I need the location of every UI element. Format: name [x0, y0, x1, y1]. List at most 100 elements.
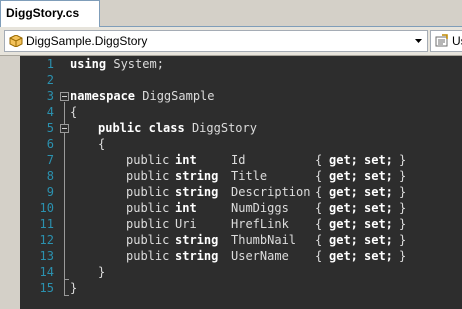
line-number: 13	[39, 249, 54, 263]
get-accessor: get;	[329, 153, 358, 167]
code-line[interactable]: 7 public int Id { get; set; }	[0, 152, 462, 168]
keyword: using	[70, 57, 107, 71]
property-modifier: public	[126, 233, 170, 247]
property-modifier: public	[126, 249, 170, 263]
set-accessor: set;	[364, 185, 393, 199]
line-number: 15	[39, 281, 54, 295]
property-icon	[435, 34, 448, 47]
property-name: Description	[231, 185, 311, 199]
accessor-open-brace: {	[315, 201, 323, 215]
code-text: {	[70, 105, 78, 119]
property-type: int	[175, 201, 197, 215]
line-number: 1	[46, 57, 54, 71]
line-number: 7	[46, 153, 54, 167]
keyword: public	[98, 121, 142, 135]
property-type: string	[175, 233, 219, 247]
property-modifier: public	[126, 185, 170, 199]
code-text: public class DiggStory	[98, 120, 257, 136]
line-number: 3	[46, 89, 54, 103]
code-text: }	[98, 265, 106, 279]
code-line[interactable]: 10 public int NumDiggs { get; set; }	[0, 200, 462, 216]
line-number: 8	[46, 169, 54, 183]
set-accessor: set;	[364, 201, 393, 215]
get-accessor: get;	[329, 201, 358, 215]
property-type: string	[175, 169, 219, 183]
code-line[interactable]: 2	[0, 72, 462, 88]
set-accessor: set;	[364, 249, 393, 263]
identifier: DiggStory	[184, 121, 257, 135]
set-accessor: set;	[364, 153, 393, 167]
code-line[interactable]: 12 public string ThumbNail { get; set; }	[0, 232, 462, 248]
accessor-close-brace: }	[399, 169, 407, 183]
code-line[interactable]: 14 }	[0, 264, 462, 280]
property-modifier: public	[126, 217, 170, 231]
code-editor[interactable]: 1 using System; 2 3 namespace DiggSample…	[0, 56, 462, 309]
code-text: namespace DiggSample	[70, 88, 215, 104]
code-line[interactable]: 1 using System;	[0, 56, 462, 72]
accessor-close-brace: }	[399, 185, 407, 199]
accessor-open-brace: {	[315, 169, 323, 183]
code-line[interactable]: 4 {	[0, 104, 462, 120]
get-accessor: get;	[329, 185, 358, 199]
code-line[interactable]: 11 public Uri HrefLink { get; set; }	[0, 216, 462, 232]
tab-diggstory-cs[interactable]: DiggStory.cs	[0, 0, 100, 27]
accessor-close-brace: }	[399, 201, 407, 215]
property-modifier: public	[126, 169, 170, 183]
accessor-open-brace: {	[315, 217, 323, 231]
line-number: 11	[39, 217, 54, 231]
code-text: using System;	[70, 56, 164, 72]
member-selector-dropdown[interactable]: Us	[430, 30, 462, 52]
keyword: class	[148, 121, 185, 135]
code-line[interactable]: 15 }	[0, 280, 462, 296]
get-accessor: get;	[329, 233, 358, 247]
set-accessor: set;	[364, 233, 393, 247]
get-accessor: get;	[329, 217, 358, 231]
code-line[interactable]: 9 public string Description { get; set; …	[0, 184, 462, 200]
accessor-open-brace: {	[315, 249, 323, 263]
get-accessor: get;	[329, 249, 358, 263]
member-selector-value: Us	[452, 34, 462, 48]
line-number: 6	[46, 137, 54, 151]
keyword: namespace	[70, 89, 136, 103]
property-modifier: public	[126, 201, 170, 215]
accessor-close-brace: }	[399, 249, 407, 263]
accessor-open-brace: {	[315, 153, 323, 167]
line-number: 4	[46, 105, 54, 119]
set-accessor: set;	[364, 217, 393, 231]
line-number: 5	[46, 121, 54, 135]
chevron-down-icon[interactable]	[410, 31, 427, 51]
type-selector-dropdown[interactable]: DiggSample.DiggStory	[4, 30, 428, 52]
property-name: Id	[231, 153, 246, 167]
property-type: Uri	[175, 217, 197, 231]
document-tab-strip: DiggStory.cs	[0, 0, 462, 27]
tab-label: DiggStory.cs	[6, 6, 80, 20]
accessor-close-brace: }	[399, 217, 407, 231]
identifier: DiggSample	[135, 89, 215, 103]
code-line[interactable]: 3 namespace DiggSample	[0, 88, 462, 104]
code-line[interactable]: 5 public class DiggStory	[0, 120, 462, 136]
code-text: }	[70, 281, 78, 295]
line-number: 10	[39, 201, 54, 215]
line-number: 14	[39, 265, 54, 279]
accessor-open-brace: {	[315, 233, 323, 247]
property-name: UserName	[231, 249, 289, 263]
line-number: 12	[39, 233, 54, 247]
set-accessor: set;	[364, 169, 393, 183]
property-modifier: public	[126, 153, 170, 167]
line-number: 9	[46, 185, 54, 199]
type-selector-value: DiggSample.DiggStory	[26, 34, 148, 48]
property-type: string	[175, 249, 219, 263]
code-line[interactable]: 13 public string UserName { get; set; }	[0, 248, 462, 264]
property-name: ThumbNail	[231, 233, 297, 247]
code-line[interactable]: 6 {	[0, 136, 462, 152]
identifier: System;	[106, 57, 164, 71]
code-line[interactable]: 8 public string Title { get; set; }	[0, 168, 462, 184]
accessor-open-brace: {	[315, 185, 323, 199]
property-type: string	[175, 185, 219, 199]
accessor-close-brace: }	[399, 153, 407, 167]
property-name: HrefLink	[231, 217, 289, 231]
navigation-bar: DiggSample.DiggStory Us	[0, 27, 462, 56]
property-name: NumDiggs	[231, 201, 289, 215]
class-icon	[9, 35, 23, 47]
accessor-close-brace: }	[399, 233, 407, 247]
